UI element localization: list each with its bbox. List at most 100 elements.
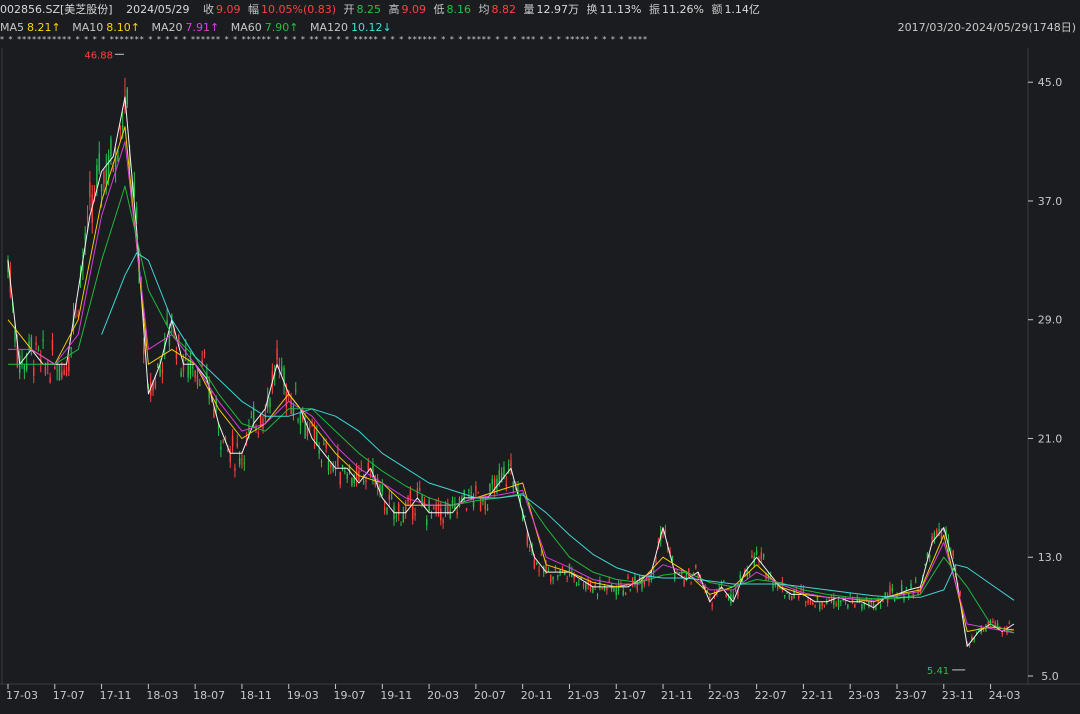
- candle-body: [706, 589, 709, 591]
- candle-body: [812, 602, 814, 605]
- candle-body: [423, 500, 426, 506]
- x-tick-label: 17-03: [6, 689, 38, 702]
- candle-body: [589, 582, 592, 591]
- candle-body: [636, 584, 639, 590]
- candle-body: [814, 605, 816, 607]
- candle-body: [606, 588, 608, 591]
- candle-body: [23, 365, 26, 371]
- candle-body: [351, 477, 353, 486]
- x-tick-label: 23-07: [895, 689, 927, 702]
- ma-line-ma60: [8, 185, 1015, 634]
- candle-body: [484, 501, 486, 510]
- candle-body: [257, 432, 260, 434]
- candle-body: [325, 442, 327, 448]
- candle-body: [159, 365, 161, 377]
- candle-body: [627, 576, 629, 580]
- candle-body: [559, 569, 561, 572]
- y-tick-label: 5.0: [1041, 670, 1059, 683]
- candle-body: [187, 365, 189, 378]
- candle-body: [51, 340, 54, 351]
- candle-body: [929, 554, 931, 558]
- candle-body: [334, 468, 337, 470]
- candle-body: [748, 572, 751, 576]
- candle-body: [496, 478, 498, 490]
- candle-body: [798, 596, 800, 599]
- candle-body: [861, 603, 863, 609]
- candle-body: [924, 563, 926, 565]
- candle-body: [285, 392, 288, 408]
- candle-body: [175, 352, 178, 359]
- candle-body: [33, 367, 35, 376]
- candle-body: [110, 138, 112, 157]
- candle-body: [154, 381, 157, 388]
- candle-body: [550, 574, 552, 582]
- price-chart[interactable]: 5.0 13.0 21.0 29.0 37.0 45.0 17-03 17-07 17-11 18…: [0, 0, 1080, 714]
- candle-body: [281, 366, 283, 372]
- candle-body: [400, 524, 402, 526]
- candle-body: [86, 216, 89, 220]
- candle-body: [58, 365, 61, 381]
- candle-body: [65, 373, 68, 375]
- candle-body: [112, 167, 114, 172]
- candle-body: [428, 500, 430, 512]
- candle-body: [194, 370, 196, 378]
- candle-body: [594, 584, 596, 587]
- candle-body: [278, 364, 281, 368]
- candle-body: [557, 575, 559, 578]
- candle-body: [344, 470, 346, 473]
- candle-body: [821, 602, 823, 606]
- candle-body: [526, 533, 529, 546]
- candle-body: [409, 490, 412, 499]
- x-tick-label: 18-11: [240, 689, 272, 702]
- candle-body: [47, 362, 49, 364]
- candle-body: [419, 488, 421, 491]
- x-tick-label: 22-07: [755, 689, 787, 702]
- candle-body: [711, 604, 713, 607]
- y-tick-label: 45.0: [1038, 76, 1063, 89]
- candle-body: [297, 419, 299, 421]
- candle-body: [840, 600, 842, 603]
- candle-body: [585, 582, 587, 590]
- candle-body: [470, 491, 472, 493]
- candle-body: [381, 485, 384, 493]
- candle-body: [725, 594, 727, 598]
- candle-body: [430, 516, 433, 518]
- candle-body: [390, 496, 393, 499]
- candle-body: [807, 600, 809, 603]
- candle-body: [819, 603, 821, 610]
- candle-body: [203, 351, 206, 355]
- x-tick-label: 17-11: [100, 689, 132, 702]
- x-tick-label: 19-03: [287, 689, 319, 702]
- candle-body: [365, 480, 367, 483]
- candle-body: [507, 464, 510, 467]
- candle-body: [994, 622, 996, 625]
- candle-body: [870, 601, 872, 604]
- candle-body: [224, 437, 227, 439]
- candle-body: [505, 483, 508, 487]
- candle-body: [1001, 632, 1003, 634]
- candle-body: [491, 478, 493, 485]
- candle-body: [760, 552, 763, 560]
- candle-body: [93, 193, 96, 195]
- candle-body: [44, 366, 47, 374]
- candle-body: [121, 125, 124, 130]
- y-tick-label: 29.0: [1038, 314, 1063, 327]
- candle-body: [655, 561, 657, 563]
- max-price-label: 46.88: [84, 50, 113, 61]
- candle-body: [311, 425, 313, 427]
- y-tick-label: 37.0: [1038, 195, 1063, 208]
- x-tick-label: 19-07: [334, 689, 366, 702]
- candle-body: [103, 171, 105, 184]
- candle-body: [528, 545, 531, 549]
- candle-body: [936, 529, 938, 535]
- candle-body: [788, 593, 791, 598]
- candle-body: [561, 567, 564, 569]
- candle-body: [805, 601, 807, 603]
- x-tick-label: 24-03: [989, 689, 1021, 702]
- candle-body: [477, 492, 479, 494]
- candle-body: [762, 554, 765, 558]
- candle-body: [421, 495, 423, 504]
- candle-body: [161, 369, 164, 373]
- candle-body: [100, 184, 103, 192]
- candle-body: [412, 506, 414, 520]
